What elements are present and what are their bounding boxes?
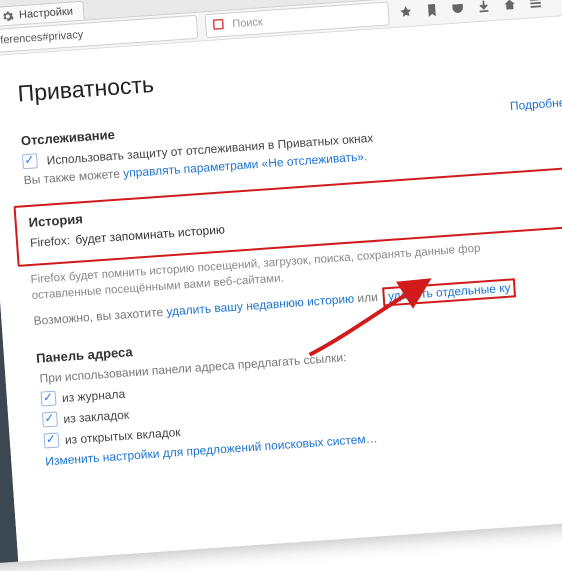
checkbox-history[interactable] <box>41 391 57 407</box>
history-label: Firefox: <box>30 233 71 250</box>
clear-recent-history-link[interactable]: удалить вашу недавнюю историю <box>166 292 355 319</box>
browser-window: кс × Настройки efox about:preferences#pr… <box>0 0 562 569</box>
search-engine-icon <box>212 18 227 33</box>
text: . <box>363 149 367 163</box>
tab-label: Настройки <box>19 5 74 21</box>
gear-icon <box>2 10 14 22</box>
addressbar-section: Панель адреса При использовании панели а… <box>36 309 562 469</box>
star-icon[interactable] <box>398 5 413 20</box>
text: или <box>354 290 382 306</box>
address-url: about:preferences#privacy <box>0 29 84 50</box>
label: из открытых вкладок <box>64 425 181 447</box>
page-title: Приватность <box>17 38 562 107</box>
toolbar-icons <box>398 0 543 20</box>
label: из закладок <box>63 408 130 427</box>
checkbox-opentabs[interactable] <box>43 432 59 448</box>
search-placeholder: Поиск <box>232 16 263 30</box>
delete-cookies-highlight: удалить отдельные ку <box>382 278 516 306</box>
bookmark-icon[interactable] <box>424 3 439 18</box>
content-area: сновные оиск одержимое риложения Приватн… <box>0 11 562 570</box>
delete-individual-cookies-link[interactable]: удалить отдельные ку <box>388 281 511 304</box>
home-icon[interactable] <box>502 0 517 12</box>
menu-icon[interactable] <box>528 0 543 11</box>
history-mode-select[interactable]: будет запоминать историю <box>75 222 225 246</box>
tracking-checkbox[interactable] <box>22 153 38 169</box>
checkbox-bookmarks[interactable] <box>42 412 58 428</box>
text: Вы также можете <box>23 166 123 187</box>
pocket-icon[interactable] <box>450 1 465 16</box>
download-icon[interactable] <box>476 0 491 14</box>
main-panel: Приватность Подробнее Смен Отслеживание … <box>0 11 562 561</box>
label: из журнала <box>62 387 126 405</box>
text: Возможно, вы захотите <box>33 305 167 328</box>
